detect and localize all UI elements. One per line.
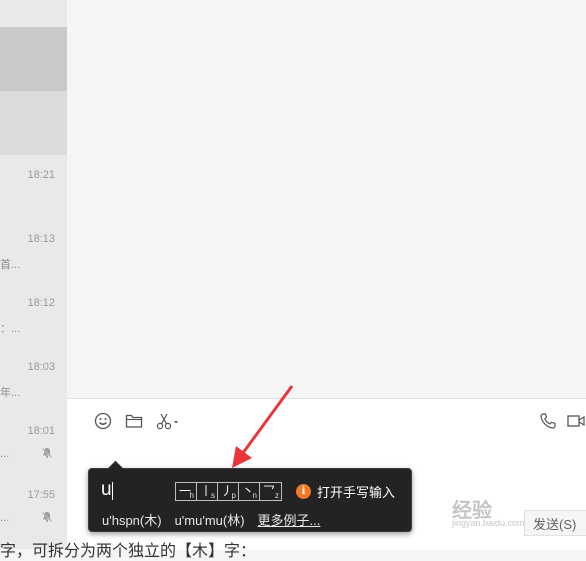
- stroke-shortcut: n: [252, 491, 257, 500]
- stroke-key[interactable]: 丨s: [197, 483, 218, 500]
- stroke-shortcut: h: [189, 491, 194, 500]
- stroke-shortcut: z: [275, 491, 279, 500]
- candidate-item[interactable]: u'hspn(木): [102, 510, 162, 529]
- ime-candidate-window[interactable]: u 一h 丨s 丿p 丶n 乛z i 打开手写输入 u'hspn(木) u'mu…: [88, 460, 412, 532]
- stroke-shortcut: s: [211, 491, 215, 500]
- stroke-key[interactable]: 丿p: [218, 483, 239, 500]
- stroke-shortcut: p: [231, 491, 236, 500]
- handwriting-label: 打开手写输入: [317, 485, 396, 500]
- text-caret: [112, 482, 113, 500]
- watermark-url: jingyan.baidu.com: [452, 518, 525, 528]
- stroke-key[interactable]: 一h: [176, 483, 197, 500]
- stroke-glyph: 乛: [263, 484, 276, 498]
- stroke-key-strip: 一h 丨s 丿p 丶n 乛z: [175, 482, 282, 501]
- more-examples-link[interactable]: 更多例子...: [258, 510, 321, 529]
- info-icon: i: [296, 484, 311, 499]
- annotation-arrow: [232, 385, 294, 468]
- stroke-key[interactable]: 丶n: [239, 483, 260, 500]
- ime-composition-text: u: [101, 479, 112, 500]
- candidate-item[interactable]: u'mu'mu(林): [175, 510, 245, 529]
- stroke-key[interactable]: 乛z: [260, 483, 281, 500]
- article-caption: 字，可拆分为两个独立的【木】字：: [0, 543, 257, 560]
- candidate-list: u'hspn(木) u'mu'mu(林) 更多例子...: [102, 510, 320, 529]
- handwriting-input-button[interactable]: i 打开手写输入: [296, 482, 395, 501]
